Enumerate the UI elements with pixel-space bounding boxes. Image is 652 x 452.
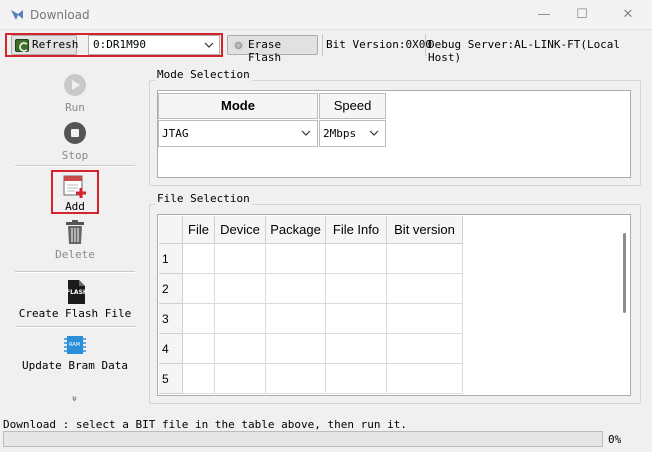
table-cell[interactable] [326,334,387,364]
erase-flash-label: Erase Flash [248,38,282,64]
file-selection-title: File Selection [155,192,252,205]
toolbar-separator [425,34,426,56]
refresh-icon [15,39,29,52]
refresh-button-label: Refresh [32,38,79,51]
run-button[interactable]: Run [15,72,135,114]
table-cell[interactable] [387,274,463,304]
chevron-down-icon [301,126,311,143]
maximize-button[interactable]: ☐ [572,6,592,24]
sidebar-divider [15,327,135,328]
create-flash-file-button[interactable]: Create Flash File [15,278,135,324]
file-table: File Device Package File Info Bit versio… [157,214,631,396]
window-title: Download [30,8,90,22]
mode-table: Mode Speed JTAG 2Mbps [157,90,631,178]
column-header-bit-version[interactable]: Bit version [387,216,463,244]
row-header[interactable]: 5 [159,364,183,394]
table-cell[interactable] [215,364,266,394]
device-select[interactable]: 0:DR1M90 [88,35,220,55]
column-header-file[interactable]: File [183,216,215,244]
table-cell[interactable] [266,334,326,364]
delete-label: Delete [55,248,95,261]
speed-select[interactable]: 2Mbps [319,120,386,147]
create-flash-file-label: Create Flash File [18,307,132,320]
table-cell[interactable] [183,334,215,364]
mode-selection-title: Mode Selection [155,68,252,81]
table-cell[interactable] [266,304,326,334]
delete-button[interactable]: Delete [15,218,135,262]
table-cell[interactable] [326,364,387,394]
row-header[interactable]: 1 [159,244,183,274]
table-cell[interactable] [183,274,215,304]
run-label: Run [65,101,85,114]
device-select-value: 0:DR1M90 [93,38,146,51]
sidebar-divider [15,272,135,273]
table-cell[interactable] [215,334,266,364]
toolbar-separator [322,34,323,56]
column-header-file-info[interactable]: File Info [326,216,387,244]
table-cell[interactable] [266,364,326,394]
progress-percent: 0% [608,433,622,446]
close-button[interactable]: ✕ [618,6,638,24]
chevron-down-icon [369,126,379,143]
stop-label: Stop [61,149,89,162]
table-cell[interactable] [326,274,387,304]
status-message: Download : select a BIT file in the tabl… [3,418,407,431]
title-bar: Download — ☐ ✕ [0,0,652,30]
minimize-button[interactable]: — [534,6,554,24]
table-cell[interactable] [183,364,215,394]
update-bram-data-button[interactable]: Update Bram Data [15,332,135,376]
table-cell[interactable] [266,244,326,274]
table-cell[interactable] [183,304,215,334]
table-cell[interactable] [215,274,266,304]
table-cell[interactable] [326,244,387,274]
table-cell[interactable] [387,364,463,394]
table-cell[interactable] [387,334,463,364]
table-corner [159,216,183,244]
table-cell[interactable] [183,244,215,274]
column-header-package[interactable]: Package [266,216,326,244]
add-button[interactable]: Add [15,172,135,213]
update-bram-data-label: Update Bram Data [22,359,128,372]
row-header[interactable]: 3 [159,304,183,334]
mode-select-value: JTAG [162,127,189,140]
bit-version-text: Bit Version:0X00 [326,38,432,51]
debug-server-text: Debug Server:AL-LINK-FT(Local Host) [428,38,621,64]
table-cell[interactable] [387,244,463,274]
erase-flash-button[interactable]: Erase Flash [227,35,318,64]
stop-button[interactable]: Stop [15,120,135,162]
table-cell[interactable] [387,304,463,334]
row-header[interactable]: 4 [159,334,183,364]
mode-header: Mode [158,93,318,119]
disc-icon [231,40,246,51]
mode-select[interactable]: JTAG [158,120,318,147]
chevron-down-icon [204,38,214,52]
table-cell[interactable] [266,274,326,304]
app-logo-icon [11,10,23,20]
refresh-button[interactable]: Refresh [11,35,79,55]
progress-bar [3,431,603,447]
table-cell[interactable] [215,304,266,334]
table-cell[interactable] [326,304,387,334]
add-label: Add [65,200,85,213]
table-cell[interactable] [215,244,266,274]
column-header-device[interactable]: Device [215,216,266,244]
table-scrollbar[interactable] [623,233,626,313]
sidebar-divider [15,166,135,167]
more-chevron-icon[interactable]: » [69,395,80,401]
row-header[interactable]: 2 [159,274,183,304]
speed-select-value: 2Mbps [323,127,357,140]
speed-header: Speed [319,93,386,119]
